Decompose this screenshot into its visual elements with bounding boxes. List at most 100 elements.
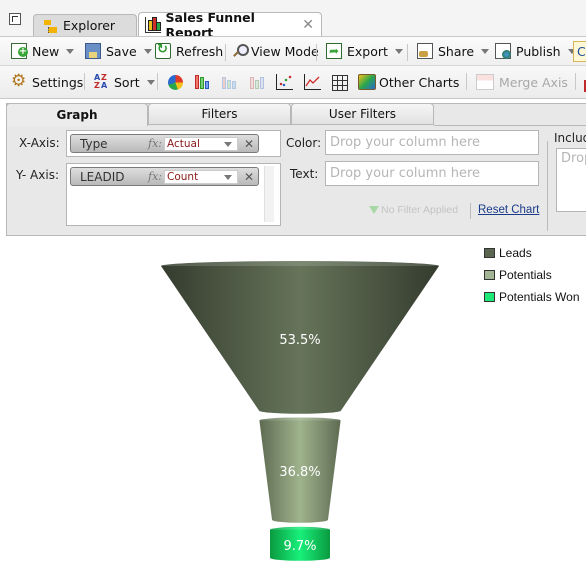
new-dropdown-caret[interactable]: [66, 48, 75, 54]
save-disk-icon: [85, 43, 101, 59]
chart-settings-panel: Graph Filters User Filters X-Axis: Type …: [6, 103, 586, 236]
legend-label: Potentials Won: [499, 290, 580, 304]
merge-axis-button[interactable]: Merge Axis: [476, 66, 568, 98]
include-placeholder: Drop: [561, 151, 586, 166]
scatter-chart-icon[interactable]: [276, 74, 293, 90]
funnel-segment-potentials-won[interactable]: 9.7%: [270, 526, 330, 561]
folder-tree-icon: [42, 18, 58, 34]
toolbar-separator: [575, 73, 576, 90]
y-axis-scrollbar[interactable]: [264, 166, 274, 222]
toolbar-separator: [466, 73, 467, 90]
include-label: Includ: [554, 131, 586, 145]
legend-swatch: [484, 248, 495, 258]
funnel-segment-top: [270, 526, 330, 533]
legend-item-potentials-won[interactable]: Potentials Won: [484, 290, 580, 304]
pie-chart-icon[interactable]: [168, 75, 183, 90]
x-axis-column-name: Type: [80, 136, 108, 151]
y-axis-label: Y- Axis:: [16, 168, 59, 182]
gear-icon: [11, 71, 27, 91]
publish-label: Publish: [516, 43, 561, 59]
new-label: New: [32, 43, 60, 59]
y-axis-dropzone[interactable]: LEADID fx: Count ✕: [66, 163, 281, 226]
export-dropdown-caret[interactable]: [394, 48, 403, 54]
y-axis-column-name: LEADID: [80, 169, 125, 184]
legend-item-leads[interactable]: Leads: [484, 246, 532, 260]
tab-baseline: [434, 125, 586, 126]
text-dropzone[interactable]: Drop your column here: [325, 161, 539, 186]
y-axis-aggregate-select[interactable]: Count: [164, 169, 238, 184]
tab-graph[interactable]: Graph: [6, 103, 148, 126]
view-mode-button[interactable]: View Mode: [232, 37, 319, 65]
text-label: Text:: [290, 167, 319, 181]
export-icon: [326, 43, 342, 59]
main-toolbar: New Save Refresh View Mode Export Share …: [0, 36, 586, 66]
legend-label: Potentials: [499, 268, 552, 282]
tab-explorer[interactable]: Explorer: [33, 14, 137, 36]
publish-globe-icon: [495, 43, 511, 59]
publish-button[interactable]: Publish: [495, 37, 576, 65]
toolbar-separator: [407, 44, 408, 61]
share-button[interactable]: Share: [417, 37, 490, 65]
close-tab-icon[interactable]: ✕: [302, 17, 314, 33]
funnel-chart: 53.5% 36.8% 9.7% Leads Potentials Potentials…: [0, 236, 586, 581]
x-axis-dropzone[interactable]: Type fx: Actual ✕: [66, 130, 281, 157]
funnel-segment-leads[interactable]: 53.5%: [161, 260, 439, 414]
color-placeholder: Drop your column here: [330, 135, 481, 150]
chart-toolbar: Settings AZ ZA Sort Other Charts Merge A…: [0, 66, 586, 99]
text-placeholder: Drop your column here: [330, 166, 481, 181]
function-icon: fx:: [148, 137, 162, 150]
remove-x-axis-icon[interactable]: ✕: [244, 137, 254, 151]
toolbar-separator: [225, 44, 226, 61]
toolbar-separator: [157, 73, 158, 90]
tab-filters[interactable]: Filters: [148, 103, 291, 125]
y-axis-column-pill[interactable]: LEADID fx: Count ✕: [70, 167, 259, 186]
view-mode-label: View Mode: [251, 43, 319, 59]
tab-user-filters[interactable]: User Filters: [291, 103, 434, 125]
other-charts-button[interactable]: Other Charts: [358, 66, 459, 98]
tab-sales-funnel-report[interactable]: Sales Funnel Report ✕: [138, 10, 322, 40]
settings-label: Settings: [32, 74, 84, 90]
filter-status: No Filter Applied: [369, 204, 458, 216]
bar-chart-icon: [145, 17, 161, 33]
combo-chart-icon[interactable]: [249, 74, 266, 90]
truncated-toolbar-button[interactable]: C: [573, 41, 586, 62]
x-axis-aggregate-select[interactable]: Actual: [164, 136, 238, 151]
table-icon[interactable]: [332, 75, 348, 91]
filter-status-text: No Filter Applied: [381, 204, 459, 216]
refresh-icon: [155, 42, 171, 59]
other-charts-icon: [358, 74, 376, 90]
funnel-segment-potentials[interactable]: 36.8%: [259, 417, 341, 523]
function-icon: fx:: [148, 170, 162, 183]
merge-axis-label: Merge Axis: [499, 74, 568, 90]
legend-item-potentials[interactable]: Potentials: [484, 268, 552, 282]
x-axis-label: X-Axis:: [19, 136, 60, 150]
save-dropdown-caret[interactable]: [143, 48, 152, 54]
stacked-bar-chart-icon[interactable]: [221, 74, 238, 90]
legend-label: Leads: [499, 246, 532, 260]
refresh-label: Refresh: [176, 43, 224, 59]
sort-dropdown-caret[interactable]: [146, 79, 155, 85]
legend-swatch: [484, 270, 495, 280]
color-dropzone[interactable]: Drop your column here: [325, 130, 539, 155]
export-button[interactable]: Export: [326, 37, 403, 65]
refresh-button[interactable]: Refresh: [155, 37, 223, 65]
filter-funnel-icon: [369, 206, 379, 215]
share-dropdown-caret[interactable]: [481, 48, 490, 54]
sort-button[interactable]: AZ ZA Sort: [93, 66, 155, 98]
include-dropzone[interactable]: Drop: [556, 148, 586, 212]
funnel-data-label: 36.8%: [279, 465, 320, 480]
settings-button[interactable]: Settings: [11, 66, 83, 98]
remove-y-axis-icon[interactable]: ✕: [244, 170, 254, 184]
merge-axis-icon: [476, 74, 494, 90]
save-button[interactable]: Save: [85, 37, 152, 65]
save-label: Save: [106, 43, 137, 59]
bar-chart-icon[interactable]: [194, 74, 211, 90]
restore-window-icon[interactable]: [9, 13, 21, 25]
x-axis-column-pill[interactable]: Type fx: Actual ✕: [70, 134, 259, 153]
reset-chart-link[interactable]: Reset Chart: [478, 204, 539, 216]
new-button[interactable]: New: [11, 37, 75, 65]
line-chart-icon[interactable]: [304, 74, 321, 90]
color-label: Color:: [286, 136, 322, 150]
funnel-data-label: 9.7%: [283, 539, 316, 554]
tab-explorer-label: Explorer: [63, 18, 116, 33]
